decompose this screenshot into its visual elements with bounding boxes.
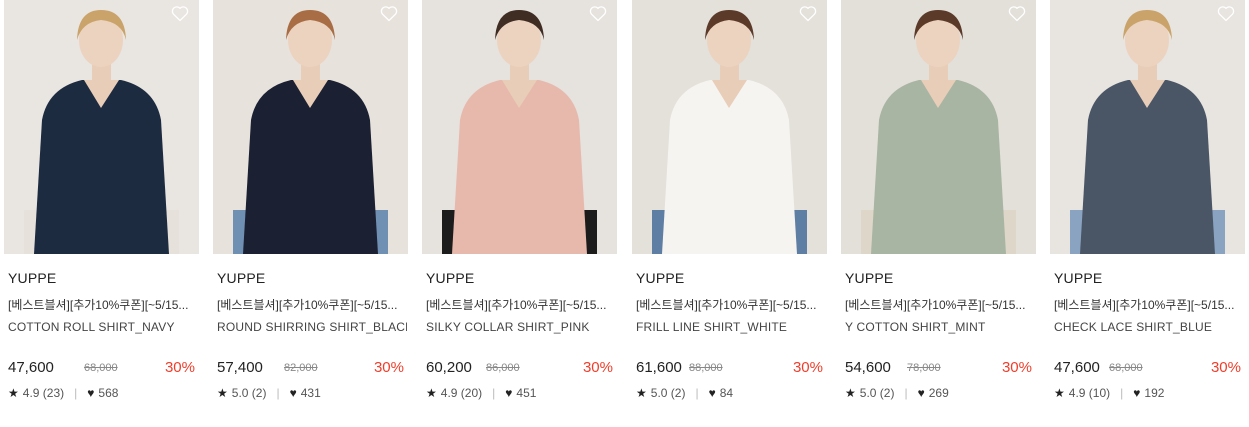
like-count: 192 — [1144, 386, 1165, 400]
product-brand[interactable]: YUPPE — [636, 270, 684, 286]
like-count: 84 — [719, 386, 734, 400]
product-image[interactable] — [422, 0, 617, 254]
review-count: (2) — [670, 386, 686, 400]
product-image[interactable] — [841, 0, 1036, 254]
review-count: (23) — [42, 386, 65, 400]
product-name[interactable]: FRILL LINE SHIRT_WHITE — [636, 320, 826, 334]
product-brand[interactable]: YUPPE — [1054, 270, 1102, 286]
star-icon: ★ — [217, 386, 228, 400]
product-brand[interactable]: YUPPE — [8, 270, 56, 286]
product-meta: ★ 5.0 (2) | ♥ 84 — [636, 386, 733, 400]
rating-value: 5.0 — [650, 386, 668, 400]
sale-price: 54,600 — [845, 359, 891, 376]
original-price: 68,000 — [84, 362, 118, 374]
product-card[interactable]: YUPPE [베스트블셔][추가10%쿠폰][~5/15... ROUND SH… — [213, 0, 408, 427]
product-name[interactable]: SILKY COLLAR SHIRT_PINK — [426, 320, 616, 334]
discount-rate: 30% — [164, 359, 195, 376]
product-name[interactable]: ROUND SHIRRING SHIRT_BLACK — [217, 320, 407, 334]
product-card[interactable]: YUPPE [베스트블셔][추가10%쿠폰][~5/15... SILKY CO… — [422, 0, 617, 427]
product-promo-text[interactable]: [베스트블셔][추가10%쿠폰][~5/15... — [426, 296, 616, 313]
product-promo-text[interactable]: [베스트블셔][추가10%쿠폰][~5/15... — [845, 296, 1035, 313]
product-meta: ★ 4.9 (23) | ♥ 568 — [8, 386, 118, 400]
product-meta: ★ 4.9 (10) | ♥ 192 — [1054, 386, 1164, 400]
meta-divider: | — [695, 386, 699, 400]
wishlist-heart-icon[interactable] — [798, 3, 818, 23]
product-brand[interactable]: YUPPE — [217, 270, 265, 286]
heart-filled-icon: ♥ — [708, 386, 716, 400]
product-meta: ★ 4.9 (20) | ♥ 451 — [426, 386, 536, 400]
product-brand[interactable]: YUPPE — [426, 270, 474, 286]
meta-divider: | — [276, 386, 280, 400]
wishlist-heart-icon[interactable] — [170, 3, 190, 23]
rating-value: 4.9 — [22, 386, 40, 400]
heart-filled-icon: ♥ — [87, 386, 95, 400]
sale-price: 47,600 — [8, 359, 54, 376]
product-card[interactable]: YUPPE [베스트블셔][추가10%쿠폰][~5/15... COTTON R… — [4, 0, 199, 427]
rating-value: 4.9 — [1068, 386, 1086, 400]
star-icon: ★ — [1054, 386, 1065, 400]
sale-price: 60,200 — [426, 359, 472, 376]
product-image[interactable] — [4, 0, 199, 254]
discount-rate: 30% — [792, 359, 823, 376]
review-count: (20) — [460, 386, 483, 400]
wishlist-heart-icon[interactable] — [379, 3, 399, 23]
product-promo-text[interactable]: [베스트블셔][추가10%쿠폰][~5/15... — [636, 296, 826, 313]
meta-divider: | — [492, 386, 496, 400]
star-icon: ★ — [636, 386, 647, 400]
original-price: 82,000 — [284, 362, 318, 374]
discount-rate: 30% — [582, 359, 613, 376]
original-price: 78,000 — [907, 362, 941, 374]
product-image[interactable] — [213, 0, 408, 254]
product-promo-text[interactable]: [베스트블셔][추가10%쿠폰][~5/15... — [217, 296, 407, 313]
discount-rate: 30% — [1001, 359, 1032, 376]
heart-filled-icon: ♥ — [917, 386, 925, 400]
sale-price: 61,600 — [636, 359, 682, 376]
original-price: 88,000 — [689, 362, 723, 374]
star-icon: ★ — [8, 386, 19, 400]
discount-rate: 30% — [373, 359, 404, 376]
sale-price: 47,600 — [1054, 359, 1100, 376]
product-image[interactable] — [632, 0, 827, 254]
original-price: 86,000 — [486, 362, 520, 374]
star-icon: ★ — [426, 386, 437, 400]
wishlist-heart-icon[interactable] — [1216, 3, 1236, 23]
original-price: 68,000 — [1109, 362, 1143, 374]
like-count: 269 — [928, 386, 949, 400]
product-meta: ★ 5.0 (2) | ♥ 269 — [845, 386, 949, 400]
review-count: (2) — [879, 386, 895, 400]
rating-value: 5.0 — [859, 386, 877, 400]
product-card[interactable]: YUPPE [베스트블셔][추가10%쿠폰][~5/15... FRILL LI… — [632, 0, 827, 427]
meta-divider: | — [1120, 386, 1124, 400]
star-icon: ★ — [845, 386, 856, 400]
product-image[interactable] — [1050, 0, 1245, 254]
product-name[interactable]: Y COTTON SHIRT_MINT — [845, 320, 1035, 334]
like-count: 431 — [300, 386, 321, 400]
review-count: (10) — [1088, 386, 1111, 400]
product-meta: ★ 5.0 (2) | ♥ 431 — [217, 386, 321, 400]
review-count: (2) — [251, 386, 267, 400]
sale-price: 57,400 — [217, 359, 263, 376]
product-brand[interactable]: YUPPE — [845, 270, 893, 286]
product-grid: YUPPE [베스트블셔][추가10%쿠폰][~5/15... COTTON R… — [0, 0, 1249, 427]
heart-filled-icon: ♥ — [289, 386, 297, 400]
heart-filled-icon: ♥ — [505, 386, 513, 400]
product-name[interactable]: COTTON ROLL SHIRT_NAVY — [8, 320, 198, 334]
product-promo-text[interactable]: [베스트블셔][추가10%쿠폰][~5/15... — [1054, 296, 1244, 313]
product-card[interactable]: YUPPE [베스트블셔][추가10%쿠폰][~5/15... Y COTTON… — [841, 0, 1036, 427]
like-count: 451 — [516, 386, 537, 400]
meta-divider: | — [904, 386, 908, 400]
wishlist-heart-icon[interactable] — [588, 3, 608, 23]
wishlist-heart-icon[interactable] — [1007, 3, 1027, 23]
discount-rate: 30% — [1210, 359, 1241, 376]
product-card[interactable]: YUPPE [베스트블셔][추가10%쿠폰][~5/15... CHECK LA… — [1050, 0, 1245, 427]
meta-divider: | — [74, 386, 78, 400]
product-promo-text[interactable]: [베스트블셔][추가10%쿠폰][~5/15... — [8, 296, 198, 313]
product-name[interactable]: CHECK LACE SHIRT_BLUE — [1054, 320, 1244, 334]
like-count: 568 — [98, 386, 119, 400]
rating-value: 5.0 — [231, 386, 249, 400]
heart-filled-icon: ♥ — [1133, 386, 1141, 400]
rating-value: 4.9 — [440, 386, 458, 400]
